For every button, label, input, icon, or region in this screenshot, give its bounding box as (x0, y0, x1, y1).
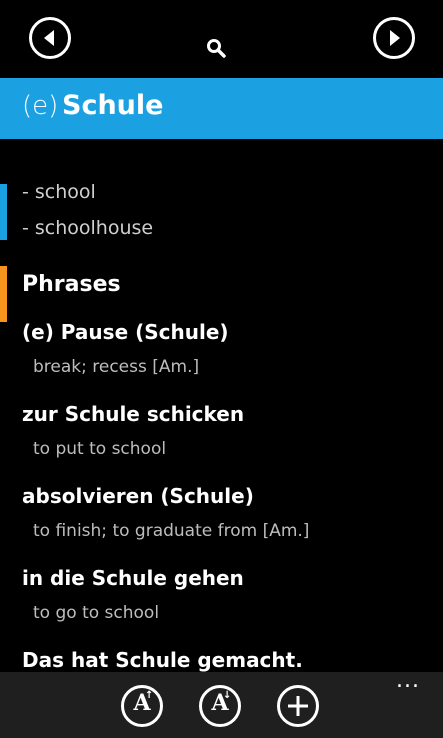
back-button[interactable] (29, 17, 71, 59)
left-arrow-icon (44, 30, 54, 46)
translations-marker (0, 184, 7, 240)
entry-headword: Schule (62, 90, 164, 121)
translation-item: - school (22, 181, 96, 203)
phrase-translation: to finish; to graduate from [Am.] (33, 521, 310, 541)
phrase-item[interactable]: Das hat Schule gemacht. (22, 648, 303, 672)
font-increase-icon: A (133, 690, 151, 716)
phrase-item[interactable]: in die Schule gehen (22, 566, 244, 590)
increase-font-button[interactable]: A ↑ (121, 685, 163, 727)
phrases-marker (0, 266, 7, 322)
font-decrease-icon: A (211, 690, 229, 716)
application-bar: A ↑ A ↓ (0, 672, 443, 738)
add-button[interactable] (277, 685, 319, 727)
search-icon[interactable] (205, 38, 227, 60)
entry-header: (e) Schule (0, 78, 443, 139)
forward-button[interactable] (373, 17, 415, 59)
plus-icon (288, 696, 308, 716)
phrase-translation: to put to school (33, 439, 167, 459)
phrase-item[interactable]: absolvieren (Schule) (22, 484, 254, 508)
decrease-font-button[interactable]: A ↓ (199, 685, 241, 727)
down-arrow-icon: ↓ (223, 690, 232, 701)
more-options-button[interactable]: ... (396, 670, 420, 692)
phrases-heading: Phrases (22, 272, 121, 297)
top-nav-bar (0, 0, 443, 78)
phrase-translation: to go to school (33, 603, 160, 623)
phrase-item[interactable]: zur Schule schicken (22, 402, 244, 426)
phrase-translation: break; recess [Am.] (33, 357, 200, 377)
up-arrow-icon: ↑ (145, 690, 154, 701)
entry-article: (e) (22, 91, 59, 121)
right-arrow-icon (390, 30, 400, 46)
translation-item: - schoolhouse (22, 217, 154, 239)
phrase-item[interactable]: (e) Pause (Schule) (22, 320, 229, 344)
